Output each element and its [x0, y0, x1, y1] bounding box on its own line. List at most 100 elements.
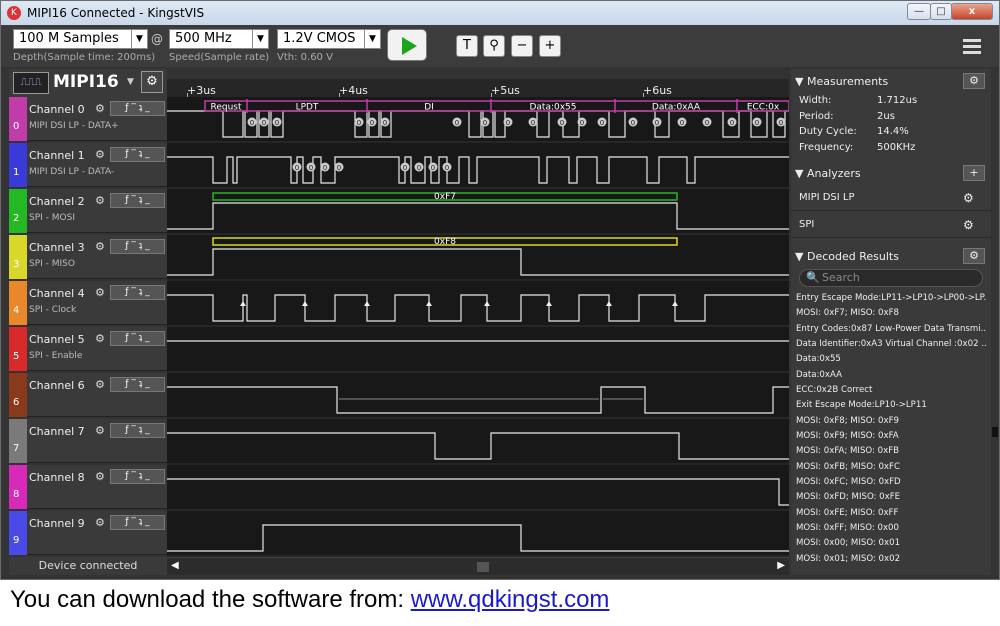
vertical-scrollbar[interactable]: [991, 69, 999, 575]
channel-name: Channel 5: [29, 333, 85, 346]
gear-icon[interactable]: ⚙: [95, 286, 109, 300]
gear-icon[interactable]: ⚙: [95, 148, 109, 162]
search-input[interactable]: 🔍 Search: [799, 269, 983, 287]
gear-icon[interactable]: ⚙: [95, 516, 109, 530]
decoded-result-row[interactable]: MOSI: 0x00; MISO: 0x01: [793, 536, 987, 551]
decoded-result-row[interactable]: Entry Codes:0x87 Low-Power Data Transmi.…: [793, 322, 987, 337]
gear-icon[interactable]: ⚙: [95, 470, 109, 484]
trigger-selector[interactable]: ƒ ‾ ʇ _: [110, 469, 165, 484]
zoom-in-button[interactable]: +: [539, 35, 561, 57]
decoded-result-row[interactable]: MOSI: 0x01; MISO: 0x02: [793, 552, 987, 567]
gear-icon[interactable]: ⚙: [95, 332, 109, 346]
trigger-selector[interactable]: ƒ ‾ ʇ _: [110, 285, 165, 300]
bit-marker-label: 0: [431, 164, 435, 172]
channel-index: 0: [13, 121, 20, 132]
channel-row[interactable]: 3 Channel 3 SPI - MISO ⚙ ƒ ‾ ʇ _: [9, 235, 167, 279]
decoded-result-row[interactable]: MOSI: 0xFA; MISO: 0xFB: [793, 444, 987, 459]
decoded-result-row[interactable]: Data:0xAA: [793, 368, 987, 383]
decoded-result-row[interactable]: MOSI: 0xF7; MISO: 0xF8: [793, 306, 987, 321]
trigger-selector[interactable]: ƒ ‾ ʇ _: [110, 193, 165, 208]
gear-icon[interactable]: ⚙: [95, 102, 109, 116]
gear-icon[interactable]: ⚙: [963, 248, 985, 264]
bit-marker-label: 0: [705, 119, 709, 127]
decoded-results-title: Decoded Results: [806, 250, 899, 263]
waveform-area[interactable]: Requst LPDT DI Data:0x55 Data:0xAA ECC:0x 0 0 0 0…: [167, 97, 789, 557]
decoded-results-header[interactable]: ▼ Decoded Results: [795, 250, 899, 263]
speed-select[interactable]: 500 MHz ▼: [169, 29, 269, 49]
decoded-result-row[interactable]: Exit Escape Mode:LP10->LP11: [793, 398, 987, 413]
trigger-selector[interactable]: ƒ ‾ ʇ _: [110, 423, 165, 438]
gear-icon[interactable]: ⚙: [963, 185, 974, 211]
channel-row[interactable]: 4 Channel 4 SPI - Clock ⚙ ƒ ‾ ʇ _: [9, 281, 167, 325]
waveform-icon[interactable]: ⎍⎍⎍: [13, 72, 49, 94]
channel-name: Channel 0: [29, 103, 85, 116]
gear-icon[interactable]: ⚙: [963, 212, 974, 238]
scroll-right-icon[interactable]: ▶: [777, 560, 785, 571]
gear-icon[interactable]: ⚙: [95, 424, 109, 438]
close-button[interactable]: x: [951, 3, 993, 20]
trigger-selector[interactable]: ƒ ‾ ʇ _: [110, 147, 165, 162]
trigger-selector[interactable]: ƒ ‾ ʇ _: [110, 331, 165, 346]
bit-marker-label: 0: [483, 119, 487, 127]
gear-icon[interactable]: ⚙: [141, 71, 163, 93]
channel-row[interactable]: 6 Channel 6 ⚙ ƒ ‾ ʇ _: [9, 373, 167, 417]
bit-marker-label: 0: [445, 164, 449, 172]
channel-color-strip: 4: [9, 281, 27, 325]
vth-select[interactable]: 1.2V CMOS ▼: [277, 29, 381, 49]
download-link[interactable]: www.qdkingst.com: [411, 586, 610, 613]
zoom-out-button[interactable]: −: [511, 35, 533, 57]
channel-row[interactable]: 1 Channel 1 MIPI DSI LP - DATA- ⚙ ƒ ‾ ʇ _: [9, 143, 167, 187]
text-tool-button[interactable]: T: [456, 35, 478, 57]
decoded-result-row[interactable]: MOSI: 0xFE; MISO: 0xFF: [793, 506, 987, 521]
analyzer-item[interactable]: SPI ⚙: [791, 212, 991, 238]
channel-row[interactable]: 2 Channel 2 SPI - MOSI ⚙ ƒ ‾ ʇ _: [9, 189, 167, 233]
channel-row[interactable]: 8 Channel 8 ⚙ ƒ ‾ ʇ _: [9, 465, 167, 509]
gear-icon[interactable]: ⚙: [95, 194, 109, 208]
ruler-tick-label: +6us: [643, 84, 672, 97]
chevron-down-icon[interactable]: ▼: [127, 77, 134, 87]
gear-icon[interactable]: ⚙: [963, 73, 985, 89]
decoded-result-row[interactable]: Data:0x55: [793, 352, 987, 367]
decoded-result-row[interactable]: MOSI: 0xF9; MISO: 0xFA: [793, 429, 987, 444]
channel-row[interactable]: 0 Channel 0 MIPI DSI LP - DATA+ ⚙ ƒ ‾ ʇ _: [9, 97, 167, 141]
trigger-selector[interactable]: ƒ ‾ ʇ _: [110, 377, 165, 392]
add-analyzer-button[interactable]: +: [963, 165, 985, 181]
scroll-thumb[interactable]: [477, 562, 489, 572]
depth-select[interactable]: 100 M Samples ▼: [13, 29, 148, 49]
decoded-result-row[interactable]: ECC:0x2B Correct: [793, 383, 987, 398]
scroll-left-icon[interactable]: ◀: [171, 560, 179, 571]
decoded-result-row[interactable]: MOSI: 0xFD; MISO: 0xFE: [793, 490, 987, 505]
bit-marker-label: 0: [580, 119, 584, 127]
trigger-selector[interactable]: ƒ ‾ ʇ _: [110, 239, 165, 254]
clock-edge-arrow: [546, 301, 552, 306]
ruler-tick-label: +4us: [339, 84, 368, 97]
spi-miso-label: 0xF8: [434, 237, 456, 247]
decoded-result-row[interactable]: MOSI: 0xF8; MISO: 0xF9: [793, 414, 987, 429]
clock-edge-arrow: [240, 301, 246, 306]
minimize-button[interactable]: —: [907, 3, 931, 20]
decoded-result-row[interactable]: MOSI: 0xFF; MISO: 0x00: [793, 521, 987, 536]
channel-name: Channel 6: [29, 379, 85, 392]
gear-icon[interactable]: ⚙: [95, 240, 109, 254]
channel-name: Channel 7: [29, 425, 85, 438]
trigger-selector[interactable]: ƒ ‾ ʇ _: [110, 515, 165, 530]
maximize-button[interactable]: □: [930, 3, 952, 20]
start-button[interactable]: [387, 29, 427, 61]
trigger-selector[interactable]: ƒ ‾ ʇ _: [110, 101, 165, 116]
decoded-result-row[interactable]: MOSI: 0xFC; MISO: 0xFD: [793, 475, 987, 490]
channel-row[interactable]: 7 Channel 7 ⚙ ƒ ‾ ʇ _: [9, 419, 167, 463]
measurements-header[interactable]: ▼ Measurements: [795, 75, 888, 88]
decoded-result-row[interactable]: MOSI: 0xFB; MISO: 0xFC: [793, 460, 987, 475]
decoded-result-row[interactable]: Data Identifier:0xA3 Virtual Channel :0x…: [793, 337, 987, 352]
horizontal-scrollbar[interactable]: ◀ ▶: [167, 557, 789, 575]
zoom-fit-button[interactable]: ⚲: [483, 35, 505, 57]
gear-icon[interactable]: ⚙: [95, 378, 109, 392]
analyzers-header[interactable]: ▼ Analyzers: [795, 167, 861, 180]
decoded-result-row[interactable]: Entry Escape Mode:LP11->LP10->LP00->LP..…: [793, 291, 987, 306]
channel-name: Channel 1: [29, 149, 85, 162]
channel-row[interactable]: 5 Channel 5 SPI - Enable ⚙ ƒ ‾ ʇ _: [9, 327, 167, 371]
channel-row[interactable]: 9 Channel 9 ⚙ ƒ ‾ ʇ _: [9, 511, 167, 555]
hamburger-menu-icon[interactable]: [963, 39, 981, 57]
scroll-thumb[interactable]: [992, 427, 998, 437]
analyzer-item[interactable]: MIPI DSI LP ⚙: [791, 185, 991, 211]
